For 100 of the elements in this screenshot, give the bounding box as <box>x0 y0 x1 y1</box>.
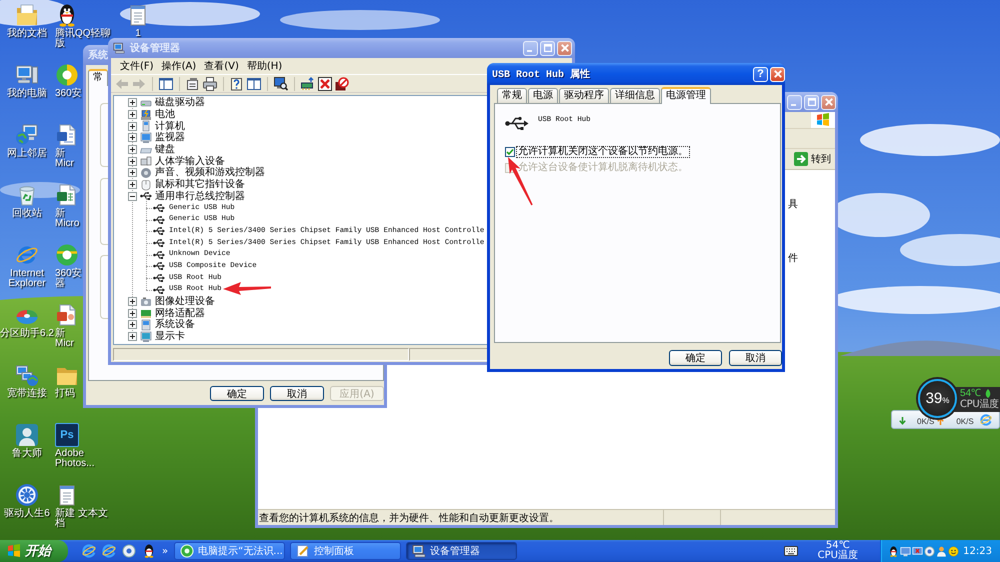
smiley-icon[interactable] <box>948 546 959 556</box>
tree-item[interactable]: 监视器 <box>155 132 185 144</box>
close-button[interactable] <box>557 40 572 56</box>
taskbar-button[interactable]: 电脑提示“无法识... <box>174 542 286 560</box>
expand-icon[interactable] <box>128 133 137 142</box>
go-button[interactable]: 转到 <box>792 150 833 168</box>
collapse-icon[interactable] <box>128 192 137 201</box>
tree-item[interactable]: 电池 <box>155 109 175 120</box>
desktop-shortcut[interactable]: 宽带连接 <box>7 363 47 399</box>
monitor-magnifier-icon[interactable] <box>274 76 288 90</box>
desktop-shortcut[interactable]: 360安 <box>55 63 82 99</box>
pane-icon[interactable] <box>247 76 261 90</box>
desktop-shortcut[interactable]: 新 Micr <box>55 123 79 169</box>
pane-icon[interactable] <box>159 76 173 90</box>
expand-icon[interactable] <box>128 297 137 306</box>
desktop-shortcut[interactable]: 回收站 <box>12 183 42 219</box>
desktop-shortcut[interactable]: 我的电脑 <box>7 63 47 99</box>
tree-item[interactable]: 系统设备 <box>155 319 195 330</box>
no-sign-icon[interactable] <box>335 76 349 90</box>
tab[interactable]: 电源 <box>528 88 558 103</box>
checkbox-label[interactable]: 允许计算机关闭这个设备以节约电源。 <box>516 146 690 158</box>
desktop-shortcut[interactable]: 新 Micro <box>55 183 80 229</box>
desktop-shortcut[interactable]: Ps Adobe Photos... <box>55 423 94 469</box>
mouse-icon <box>140 178 152 191</box>
expand-icon[interactable] <box>128 156 137 166</box>
expand-icon[interactable] <box>128 308 137 318</box>
desktop-shortcut[interactable]: 驱动人生6 <box>4 483 50 519</box>
taskbar-button[interactable]: 控制面板 <box>290 542 402 560</box>
maximize-icon <box>544 44 552 52</box>
globe-computer-icon <box>15 123 39 147</box>
desktop-shortcut[interactable]: 1 <box>126 3 150 39</box>
tree-item[interactable]: 网络适配器 <box>155 308 205 319</box>
penguin-icon[interactable] <box>888 546 899 556</box>
properties-icon[interactable] <box>186 76 200 90</box>
arrow-right-icon <box>794 152 808 166</box>
tab[interactable]: 电源管理 <box>661 87 711 104</box>
desktop-shortcut[interactable]: 新建 文本文 档 <box>55 483 108 529</box>
expand-icon[interactable] <box>128 145 137 154</box>
tab[interactable]: 常 <box>88 69 108 86</box>
tree-item[interactable]: 人体学输入设备 <box>155 156 225 167</box>
tree-item[interactable]: 显示卡 <box>155 331 185 342</box>
menu-item[interactable]: 查看(V) <box>200 59 243 73</box>
person-icon[interactable] <box>936 546 947 556</box>
tree-item[interactable]: 键盘 <box>155 144 175 156</box>
start-button[interactable]: 开始 <box>0 540 68 562</box>
minimize-icon <box>527 50 532 52</box>
tree-item[interactable]: 通用串行总线控制器 <box>155 190 245 202</box>
network-computers-icon <box>15 363 39 387</box>
monitor-icon <box>140 330 152 343</box>
keyboard-icon[interactable] <box>784 546 798 556</box>
desktop-shortcut[interactable]: 网上邻居 <box>7 123 47 159</box>
computer-icon <box>412 544 426 558</box>
desktop-shortcut[interactable]: 腾讯QQ轻聊 版 <box>55 3 111 49</box>
e-logo-icon[interactable] <box>102 544 116 558</box>
desktop-shortcut[interactable]: 鲁大师 <box>12 423 42 459</box>
dialog-button[interactable]: 确定 <box>669 350 722 366</box>
tree-item[interactable]: 磁盘驱动器 <box>155 97 205 108</box>
checkbox[interactable] <box>505 147 515 157</box>
tree-item[interactable]: 鼠标和其它指针设备 <box>155 179 245 190</box>
printer-icon[interactable] <box>203 76 217 90</box>
expand-icon[interactable] <box>128 180 137 190</box>
tree-item[interactable]: 声音、视频和游戏控制器 <box>155 167 265 178</box>
tree-item[interactable]: 计算机 <box>155 120 185 132</box>
expand-icon[interactable] <box>128 332 137 342</box>
help-button[interactable]: ? <box>753 66 768 82</box>
expand-icon[interactable] <box>128 122 137 131</box>
download-speed: 0K/S <box>917 417 934 426</box>
expand-icon[interactable] <box>128 110 137 120</box>
usb-icon <box>505 115 529 132</box>
expand-icon[interactable] <box>128 98 137 108</box>
monitor-cross-icon[interactable] <box>912 546 923 556</box>
dialog-button[interactable]: 取消 <box>270 386 324 401</box>
desktop-shortcut[interactable]: 我的文档 <box>7 3 47 39</box>
tab[interactable]: 驱动程序 <box>559 88 609 103</box>
penguin-icon[interactable] <box>142 544 156 558</box>
help-page-icon[interactable] <box>230 76 244 90</box>
menu-item[interactable]: 文件(F) <box>116 59 158 73</box>
expand-icon[interactable] <box>128 168 137 178</box>
desktop-shortcut[interactable]: 打码 <box>55 363 79 399</box>
dialog-button[interactable]: 确定 <box>210 386 264 401</box>
disc-icon[interactable] <box>924 546 935 556</box>
tab[interactable]: 详细信息 <box>610 88 660 103</box>
card-arrow-icon[interactable] <box>301 76 315 90</box>
close-icon <box>824 98 832 106</box>
tree-item[interactable]: 图像处理设备 <box>155 296 215 308</box>
cross-icon[interactable] <box>318 76 332 90</box>
dialog-button[interactable]: 取消 <box>729 350 782 366</box>
tab[interactable]: 常规 <box>497 88 527 103</box>
more-button[interactable]: » <box>162 546 168 556</box>
e-logo-icon[interactable] <box>82 544 96 558</box>
menu-item[interactable]: 操作(A) <box>158 59 200 73</box>
temperature-label: CPU温度 <box>960 399 999 410</box>
close-button[interactable] <box>821 94 836 110</box>
menu-item[interactable]: 帮助(H) <box>242 59 286 73</box>
expand-icon[interactable] <box>128 320 137 330</box>
usb-icon <box>153 202 165 214</box>
taskbar-button[interactable]: 设备管理器 <box>406 542 518 560</box>
computer-icon <box>113 42 125 54</box>
minimize-icon <box>791 104 796 106</box>
disc-icon[interactable] <box>122 544 136 558</box>
